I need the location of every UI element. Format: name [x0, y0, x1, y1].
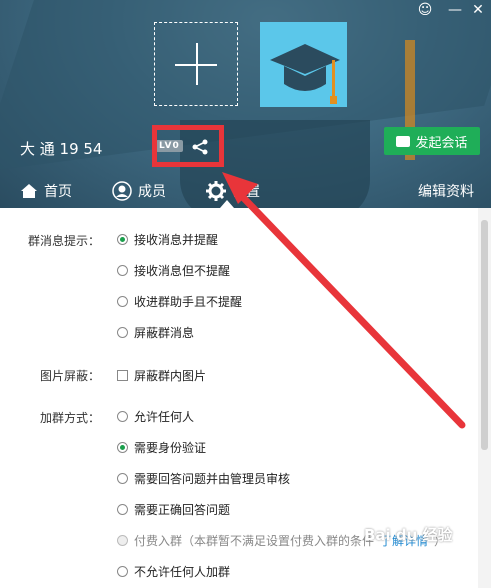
join-option-6[interactable]: 不允许任何人加群	[117, 563, 230, 580]
option-label: 接收消息但不提醒	[134, 264, 231, 278]
option-label: 需要正确回答问题	[134, 503, 231, 517]
upload-photo-button[interactable]	[154, 22, 238, 106]
tab-members[interactable]: 成员	[112, 181, 166, 201]
option-label: 需要身份验证	[134, 441, 207, 455]
tab-settings-label: 设置	[232, 184, 260, 200]
radio-button[interactable]	[117, 473, 128, 484]
home-icon	[21, 184, 37, 198]
radio-button[interactable]	[117, 327, 128, 338]
edit-profile-link[interactable]: 编辑资料	[418, 181, 474, 201]
close-icon[interactable]: ✕	[467, 2, 489, 20]
radio-button[interactable]	[117, 566, 128, 577]
option-label: 接收消息并提醒	[134, 233, 219, 247]
annotation-highlight-box	[152, 125, 224, 167]
radio-button[interactable]	[117, 234, 128, 245]
edit-profile-label: 编辑资料	[418, 184, 474, 200]
member-icon	[112, 181, 132, 201]
join-method-label: 加群方式：	[40, 411, 101, 425]
tab-home-label: 首页	[44, 184, 72, 200]
notice-option-2[interactable]: 接收消息但不提醒	[117, 262, 230, 279]
radio-button[interactable]	[117, 296, 128, 307]
option-label: 收进群助手且不提醒	[134, 295, 243, 309]
message-notice-label: 群消息提示：	[28, 234, 101, 248]
skin-icon[interactable]: ☺	[414, 2, 436, 20]
radio-button-disabled	[117, 535, 128, 546]
group-name: 大 通 19 54	[20, 140, 103, 158]
group-header: ☺ — ✕ 大 通 19 54 LV0 发起会话 首页 成员 设置 编辑资料	[0, 0, 491, 208]
option-label: 不允许任何人加群	[134, 565, 231, 579]
join-option-4[interactable]: 需要正确回答问题	[117, 501, 230, 518]
group-avatar[interactable]	[260, 22, 347, 107]
join-option-2[interactable]: 需要身份验证	[117, 439, 206, 456]
option-label: 需要回答问题并由管理员审核	[134, 472, 291, 486]
notice-option-3[interactable]: 收进群助手且不提醒	[117, 293, 242, 310]
option-label: 屏蔽群内图片	[134, 369, 207, 383]
chat-icon	[396, 135, 411, 147]
radio-button[interactable]	[117, 442, 128, 453]
watermark: Bai du 经验	[364, 526, 453, 544]
option-label: 屏蔽群消息	[134, 326, 195, 340]
tab-members-label: 成员	[138, 184, 166, 200]
gear-icon	[206, 181, 226, 201]
group-nav: 首页 成员 设置 编辑资料	[0, 174, 491, 208]
image-block-option[interactable]: 屏蔽群内图片	[117, 367, 206, 384]
start-chat-label: 发起会话	[415, 135, 468, 151]
active-tab-caret	[220, 200, 234, 208]
option-label: 付费入群（本群暂不满足设置付费入群的条件	[134, 534, 375, 548]
start-chat-button[interactable]: 发起会话	[384, 127, 480, 155]
join-option-1[interactable]: 允许任何人	[117, 408, 194, 425]
radio-button[interactable]	[117, 265, 128, 276]
minimize-icon[interactable]: —	[444, 2, 466, 20]
image-block-label: 图片屏蔽：	[40, 369, 101, 383]
radio-button[interactable]	[117, 411, 128, 422]
checkbox[interactable]	[117, 370, 128, 381]
tab-settings[interactable]: 设置	[206, 181, 260, 201]
radio-button[interactable]	[117, 504, 128, 515]
notice-option-4[interactable]: 屏蔽群消息	[117, 324, 194, 341]
notice-option-1[interactable]: 接收消息并提醒	[117, 231, 218, 248]
scrollbar-thumb[interactable]	[481, 220, 488, 450]
option-label: 允许任何人	[134, 410, 195, 424]
join-option-3[interactable]: 需要回答问题并由管理员审核	[117, 470, 290, 487]
tab-home[interactable]: 首页	[20, 181, 72, 201]
